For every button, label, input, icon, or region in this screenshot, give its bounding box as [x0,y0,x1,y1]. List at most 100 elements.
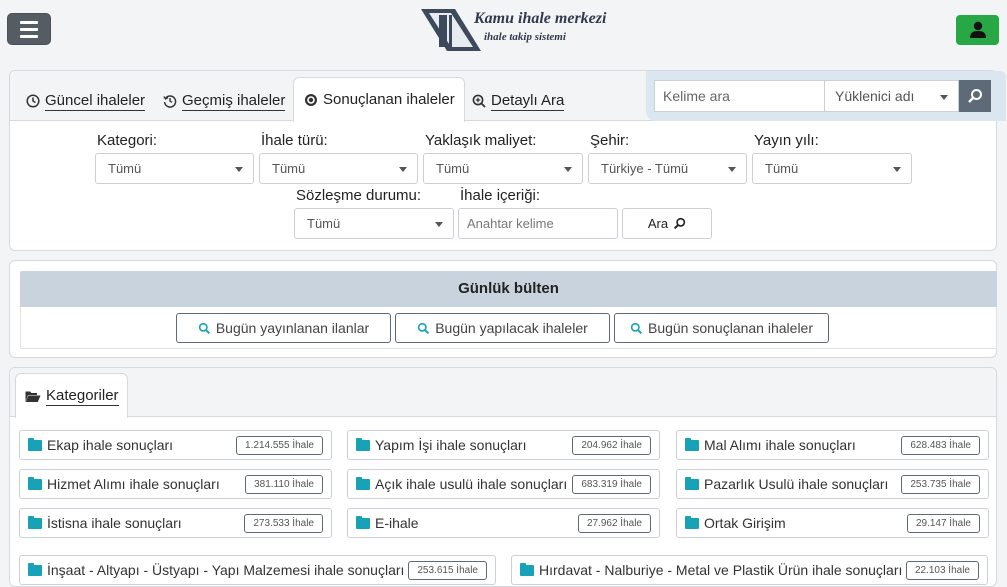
sozlesme-durumu-label: Sözleşme durumu: [296,187,422,204]
yayin-yili-select-value: Tümü [765,161,799,176]
chevron-down-icon [235,167,243,172]
search-icon [630,322,643,334]
top-bar: Kamu ihale merkezi ihale takip sistemi [0,0,1007,64]
tab-sonuclanan-ihaleler[interactable]: Sonuçlanan ihaleler [293,77,465,122]
count-badge: 22.103 İhale [905,561,979,580]
menu-button[interactable] [7,13,51,45]
today-scheduled-button[interactable]: Bugün yapılacak ihaleler [395,313,610,343]
chevron-down-icon [893,167,901,172]
count-badge: 253.735 İhale [901,475,980,494]
contractor-select-value: Yüklenici adı [835,88,915,104]
search-icon [968,89,982,103]
tab-label: Sonuçlanan ihaleler [323,91,455,108]
today-published-button[interactable]: Bugün yayınlanan ilanlar [176,313,391,343]
site-logo[interactable]: Kamu ihale merkezi ihale takip sistemi [421,6,606,54]
sozlesme-durumu-select-value: Tümü [307,216,341,231]
tab-label: Geçmiş ihaleler [182,91,286,111]
today-concluded-button[interactable]: Bugün sonuçlanan ihaleler [614,313,829,343]
category-item[interactable]: Hizmet Alımı ihale sonuçları 381.110 İha… [19,469,332,499]
sehir-select[interactable]: Türkiye - Tümü [588,153,747,184]
category-label: Mal Alımı ihale sonuçları [704,437,856,453]
count-badge: 273.533 İhale [244,514,323,533]
count-badge: 253.615 İhale [408,561,487,580]
category-label: İnşaat - Altyapı - Üstyapı - Yapı Malzem… [47,562,405,578]
tab-detayli-ara[interactable]: Detaylı Ara [471,89,565,113]
folder-icon [685,515,699,529]
category-item[interactable]: Açık ihale usulü ihale sonuçları 683.319… [347,469,660,499]
tab-guncel-ihaleler[interactable]: Güncel ihaleler [25,89,146,113]
contractor-select[interactable]: Yüklenici adı [824,80,959,112]
folder-icon [685,476,699,490]
folder-icon [356,515,370,529]
sehir-select-value: Türkiye - Tümü [601,161,689,176]
chevron-down-icon [728,167,736,172]
bulletin-title: Günlük bülten [20,271,997,307]
yayin-yili-select[interactable]: Tümü [752,153,912,184]
categories-panel: Kategoriler Ekap ihale sonuçları 1.214.5… [9,367,997,587]
maliyet-select-value: Tümü [436,161,470,176]
search-icon [418,322,430,334]
category-label: İstisna ihale sonuçları [47,515,182,531]
folder-icon [28,562,42,576]
search-button[interactable] [959,80,991,112]
logo-title: Kamu ihale merkezi [474,10,607,27]
folder-icon [356,476,370,490]
yayin-yili-label: Yayın yılı: [754,132,819,149]
category-item[interactable]: Ekap ihale sonuçları 1.214.555 İhale [19,430,332,460]
category-label: Ortak Girişim [704,515,786,531]
category-item[interactable]: Mal Alımı ihale sonuçları 628.483 İhale [676,430,989,460]
ara-button[interactable]: Ara [622,208,712,239]
hamburger-icon [20,20,38,24]
kategori-select-value: Tümü [108,161,142,176]
kategori-label: Kategori: [97,132,158,149]
category-item[interactable]: Yapım İşi ihale sonuçları 204.962 İhale [347,430,660,460]
folder-icon [28,515,42,529]
category-item[interactable]: Hırdavat - Nalburiye - Metal ve Plastik … [511,555,988,585]
clock-icon [25,94,40,109]
logo-mark-icon [421,9,481,51]
daily-bulletin-panel: Günlük bülten Bugün yayınlanan ilanlar B… [9,260,997,358]
folder-icon [28,437,42,451]
history-icon [162,94,177,109]
chevron-down-icon [564,167,572,172]
tab-label: Kategoriler [46,386,119,406]
chevron-down-icon [940,95,948,100]
user-icon [969,21,986,38]
maliyet-label: Yaklaşık maliyet: [425,132,537,149]
category-item[interactable]: Pazarlık Usulü ihale sonuçları 253.735 İ… [676,469,989,499]
count-badge: 27.962 İhale [577,514,651,533]
tab-kategoriler[interactable]: Kategoriler [15,373,128,418]
chevron-down-icon [435,222,443,227]
category-item[interactable]: Ortak Girişim 29.147 İhale [676,508,989,538]
folder-icon [356,437,370,451]
maliyet-select[interactable]: Tümü [423,153,583,184]
today-concluded-label: Bugün sonuçlanan ihaleler [647,320,813,336]
category-label: Ekap ihale sonuçları [47,437,174,453]
quick-search-bar: Kelime ara Yüklenici adı [646,71,1006,121]
folder-icon [520,562,534,576]
ihale-turu-select[interactable]: Tümü [259,153,418,184]
category-label: Açık ihale usulü ihale sonuçları [375,476,568,492]
tab-gecmis-ihaleler[interactable]: Geçmiş ihaleler [162,89,286,113]
ara-button-label: Ara [647,216,669,231]
chevron-down-icon [399,167,407,172]
categories-tab-bar [10,368,996,417]
user-button[interactable] [956,15,999,45]
today-scheduled-label: Bugün yapılacak ihaleler [435,320,588,336]
category-label: Yapım İşi ihale sonuçları [375,437,527,453]
sozlesme-durumu-select[interactable]: Tümü [294,208,454,239]
folder-icon [685,437,699,451]
search-icon [674,217,686,230]
kategori-select[interactable]: Tümü [95,153,254,184]
count-badge: 204.962 İhale [572,436,651,455]
logo-subtitle: ihale takip sistemi [484,31,566,43]
category-item[interactable]: İnşaat - Altyapı - Üstyapı - Yapı Malzem… [19,555,496,585]
count-badge: 683.319 İhale [572,475,651,494]
ihale-turu-select-value: Tümü [272,161,306,176]
ihale-icerigi-input[interactable]: Anahtar kelime [458,208,618,239]
category-item[interactable]: E-ihale 27.962 İhale [347,508,660,538]
category-label: E-ihale [375,515,419,531]
category-item[interactable]: İstisna ihale sonuçları 273.533 İhale [19,508,332,538]
search-panel: Güncel ihaleler Geçmiş ihaleler Sonuçlan… [9,70,1006,251]
keyword-search-input[interactable]: Kelime ara [654,80,825,112]
